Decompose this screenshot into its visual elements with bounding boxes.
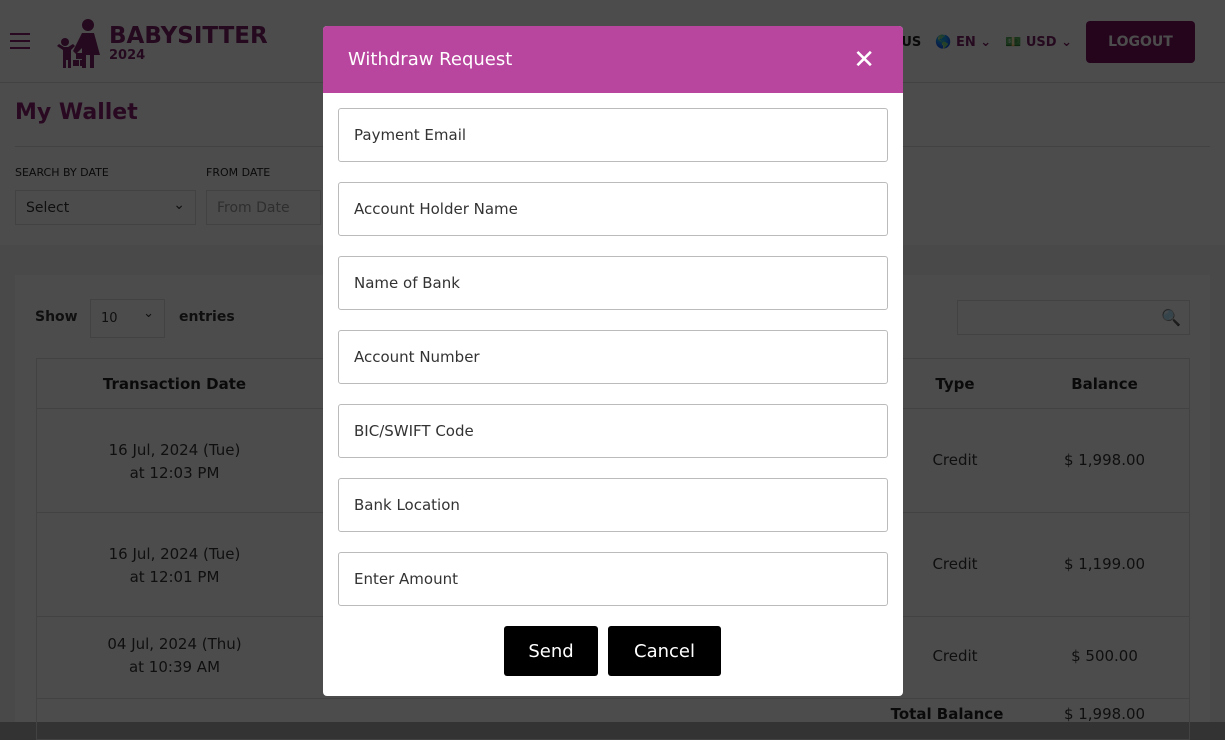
date-text: 16 Jul, 2024 (Tue) xyxy=(108,545,241,563)
language-selector[interactable]: 🌎 EN ⌄ xyxy=(935,35,991,50)
time-text: at 10:39 AM xyxy=(128,658,221,676)
row-balance: $ 1,199.00 xyxy=(1063,555,1146,573)
account-holder-name-input[interactable] xyxy=(338,182,888,236)
send-button[interactable]: Send xyxy=(504,626,598,676)
total-label: Total Balance xyxy=(890,705,1004,723)
col-balance[interactable]: Balance xyxy=(1037,375,1172,393)
show-label: Show xyxy=(35,309,78,325)
chevron-down-icon: ⌄ xyxy=(143,306,154,321)
menu-icon[interactable] xyxy=(10,33,30,49)
page-size-value: 10 xyxy=(101,311,118,326)
row-date: 16 Jul, 2024 (Tue) at 12:01 PM xyxy=(37,543,312,589)
modal-header: Withdraw Request ✕ xyxy=(323,26,903,93)
bic-swift-input[interactable] xyxy=(338,404,888,458)
language-value: EN xyxy=(955,34,976,50)
total-value: $ 1,998.00 xyxy=(1063,705,1146,723)
logout-button[interactable]: LOGOUT xyxy=(1086,21,1195,63)
modal-title: Withdraw Request xyxy=(348,49,513,70)
row-date: 04 Jul, 2024 (Thu) at 10:39 AM xyxy=(37,633,312,679)
table-search-input[interactable]: 🔍 xyxy=(957,300,1190,335)
row-type: Credit xyxy=(932,647,978,665)
col-type[interactable]: Type xyxy=(905,375,1005,393)
row-date: 16 Jul, 2024 (Tue) at 12:03 PM xyxy=(37,439,312,485)
search-by-date-label: SEARCH BY DATE xyxy=(15,166,109,179)
time-text: at 12:03 PM xyxy=(129,464,220,482)
date-text: 04 Jul, 2024 (Thu) xyxy=(107,635,242,653)
payment-email-input[interactable] xyxy=(338,108,888,162)
money-icon: 💵 xyxy=(1005,34,1022,50)
cancel-button[interactable]: Cancel xyxy=(608,626,721,676)
page-size-select[interactable]: 10 ⌄ xyxy=(90,299,165,338)
close-icon[interactable]: ✕ xyxy=(853,47,875,73)
us-link[interactable]: US xyxy=(901,35,921,50)
chevron-down-icon: ⌄ xyxy=(173,197,185,213)
globe-icon: 🌎 xyxy=(935,34,952,50)
logo-year: 2024 xyxy=(109,47,146,63)
logo[interactable]: BABYSITTER 2024 xyxy=(55,18,268,68)
entries-label: entries xyxy=(179,309,235,325)
page-title: My Wallet xyxy=(15,100,138,125)
time-text: at 12:01 PM xyxy=(129,568,220,586)
select-value: Select xyxy=(26,200,70,216)
from-date-input[interactable]: From Date xyxy=(206,190,321,225)
row-balance: $ 1,998.00 xyxy=(1063,451,1146,469)
date-text: 16 Jul, 2024 (Tue) xyxy=(108,441,241,459)
from-date-label: FROM DATE xyxy=(206,166,271,179)
bank-name-input[interactable] xyxy=(338,256,888,310)
currency-selector[interactable]: 💵 USD ⌄ xyxy=(1005,35,1072,50)
col-transaction-date[interactable]: Transaction Date xyxy=(37,375,312,393)
amount-input[interactable] xyxy=(338,552,888,606)
search-by-date-select[interactable]: Select ⌄ xyxy=(15,190,196,225)
logo-title: BABYSITTER xyxy=(109,22,268,49)
total-row: Total Balance $ 1,998.00 xyxy=(37,699,1189,739)
currency-value: USD xyxy=(1025,34,1057,50)
bank-location-input[interactable] xyxy=(338,478,888,532)
row-type: Credit xyxy=(932,451,978,469)
babysitter-logo-icon xyxy=(57,19,100,68)
row-balance: $ 500.00 xyxy=(1071,647,1138,665)
account-number-input[interactable] xyxy=(338,330,888,384)
withdraw-request-modal: Withdraw Request ✕ Send Cancel xyxy=(323,26,903,696)
search-icon: 🔍 xyxy=(1161,308,1181,327)
row-type: Credit xyxy=(932,555,978,573)
